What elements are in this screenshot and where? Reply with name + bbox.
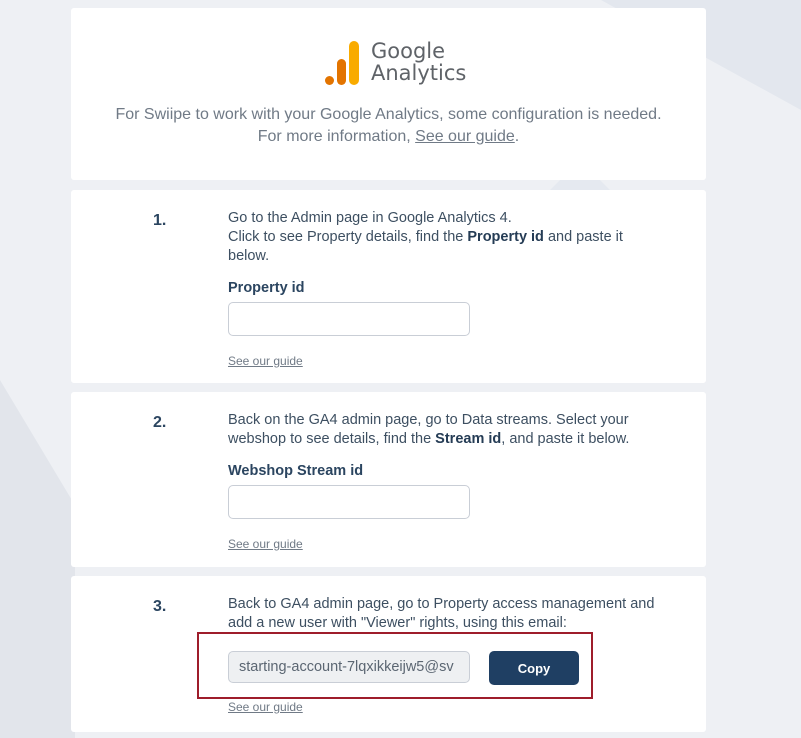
step-emphasis: Stream id [435,431,502,447]
see-guide-link[interactable]: See our guide [228,352,303,371]
step-emphasis: Property id [467,229,544,245]
intro-line-2: For more information, See our guide. [71,126,706,148]
step-body: Back on the GA4 admin page, go to Data s… [228,411,658,554]
intro-prefix: For more information, [257,128,416,145]
intro-guide-link[interactable]: See our guide [415,128,515,145]
analytics-bars-icon [325,41,361,85]
step-body: Back to GA4 admin page, go to Property a… [228,595,658,633]
step-card-2: 2. Back on the GA4 admin page, go to Dat… [71,392,706,567]
step-instructions: Back to GA4 admin page, go to Property a… [228,596,655,631]
step-number: 3. [153,598,167,615]
intro-suffix: . [514,128,520,145]
google-analytics-logo: Google Analytics [325,40,466,85]
step-line: , and paste it below. [501,431,630,447]
intro-line-1: For Swiipe to work with your Google Anal… [115,106,662,123]
step-instructions: Back on the GA4 admin page, go to Data s… [228,411,658,449]
step-card-1: 1. Go to the Admin page in Google Analyt… [71,190,706,383]
step-card-3: 3. Back to GA4 admin page, go to Propert… [71,576,706,732]
step-number: 2. [153,414,167,431]
copy-button[interactable]: Copy [489,651,579,685]
step-body: Go to the Admin page in Google Analytics… [228,209,658,371]
see-guide-link[interactable]: See our guide [228,700,303,714]
service-account-email-field[interactable]: starting-account-7lqxikkeijw5@sv [228,651,470,683]
see-guide-link[interactable]: See our guide [228,535,303,554]
step-instructions: Go to the Admin page in Google Analytics… [228,209,658,266]
step-line: Click to see Property details, find the [228,229,468,245]
background-shape [0,380,75,738]
logo-product: Analytics [371,61,467,85]
header-card: Google Analytics For Swiipe to work with… [71,8,706,180]
stream-id-input[interactable] [228,485,470,519]
property-id-label: Property id [228,280,305,296]
step-line: Go to the Admin page in Google Analytics… [228,210,512,226]
logo-brand: Google [371,39,446,63]
property-id-input[interactable] [228,302,470,336]
logo-text: Google Analytics [371,40,466,84]
stream-id-label: Webshop Stream id [228,463,364,479]
intro-text: For Swiipe to work with your Google Anal… [71,104,706,148]
step-number: 1. [153,212,167,229]
